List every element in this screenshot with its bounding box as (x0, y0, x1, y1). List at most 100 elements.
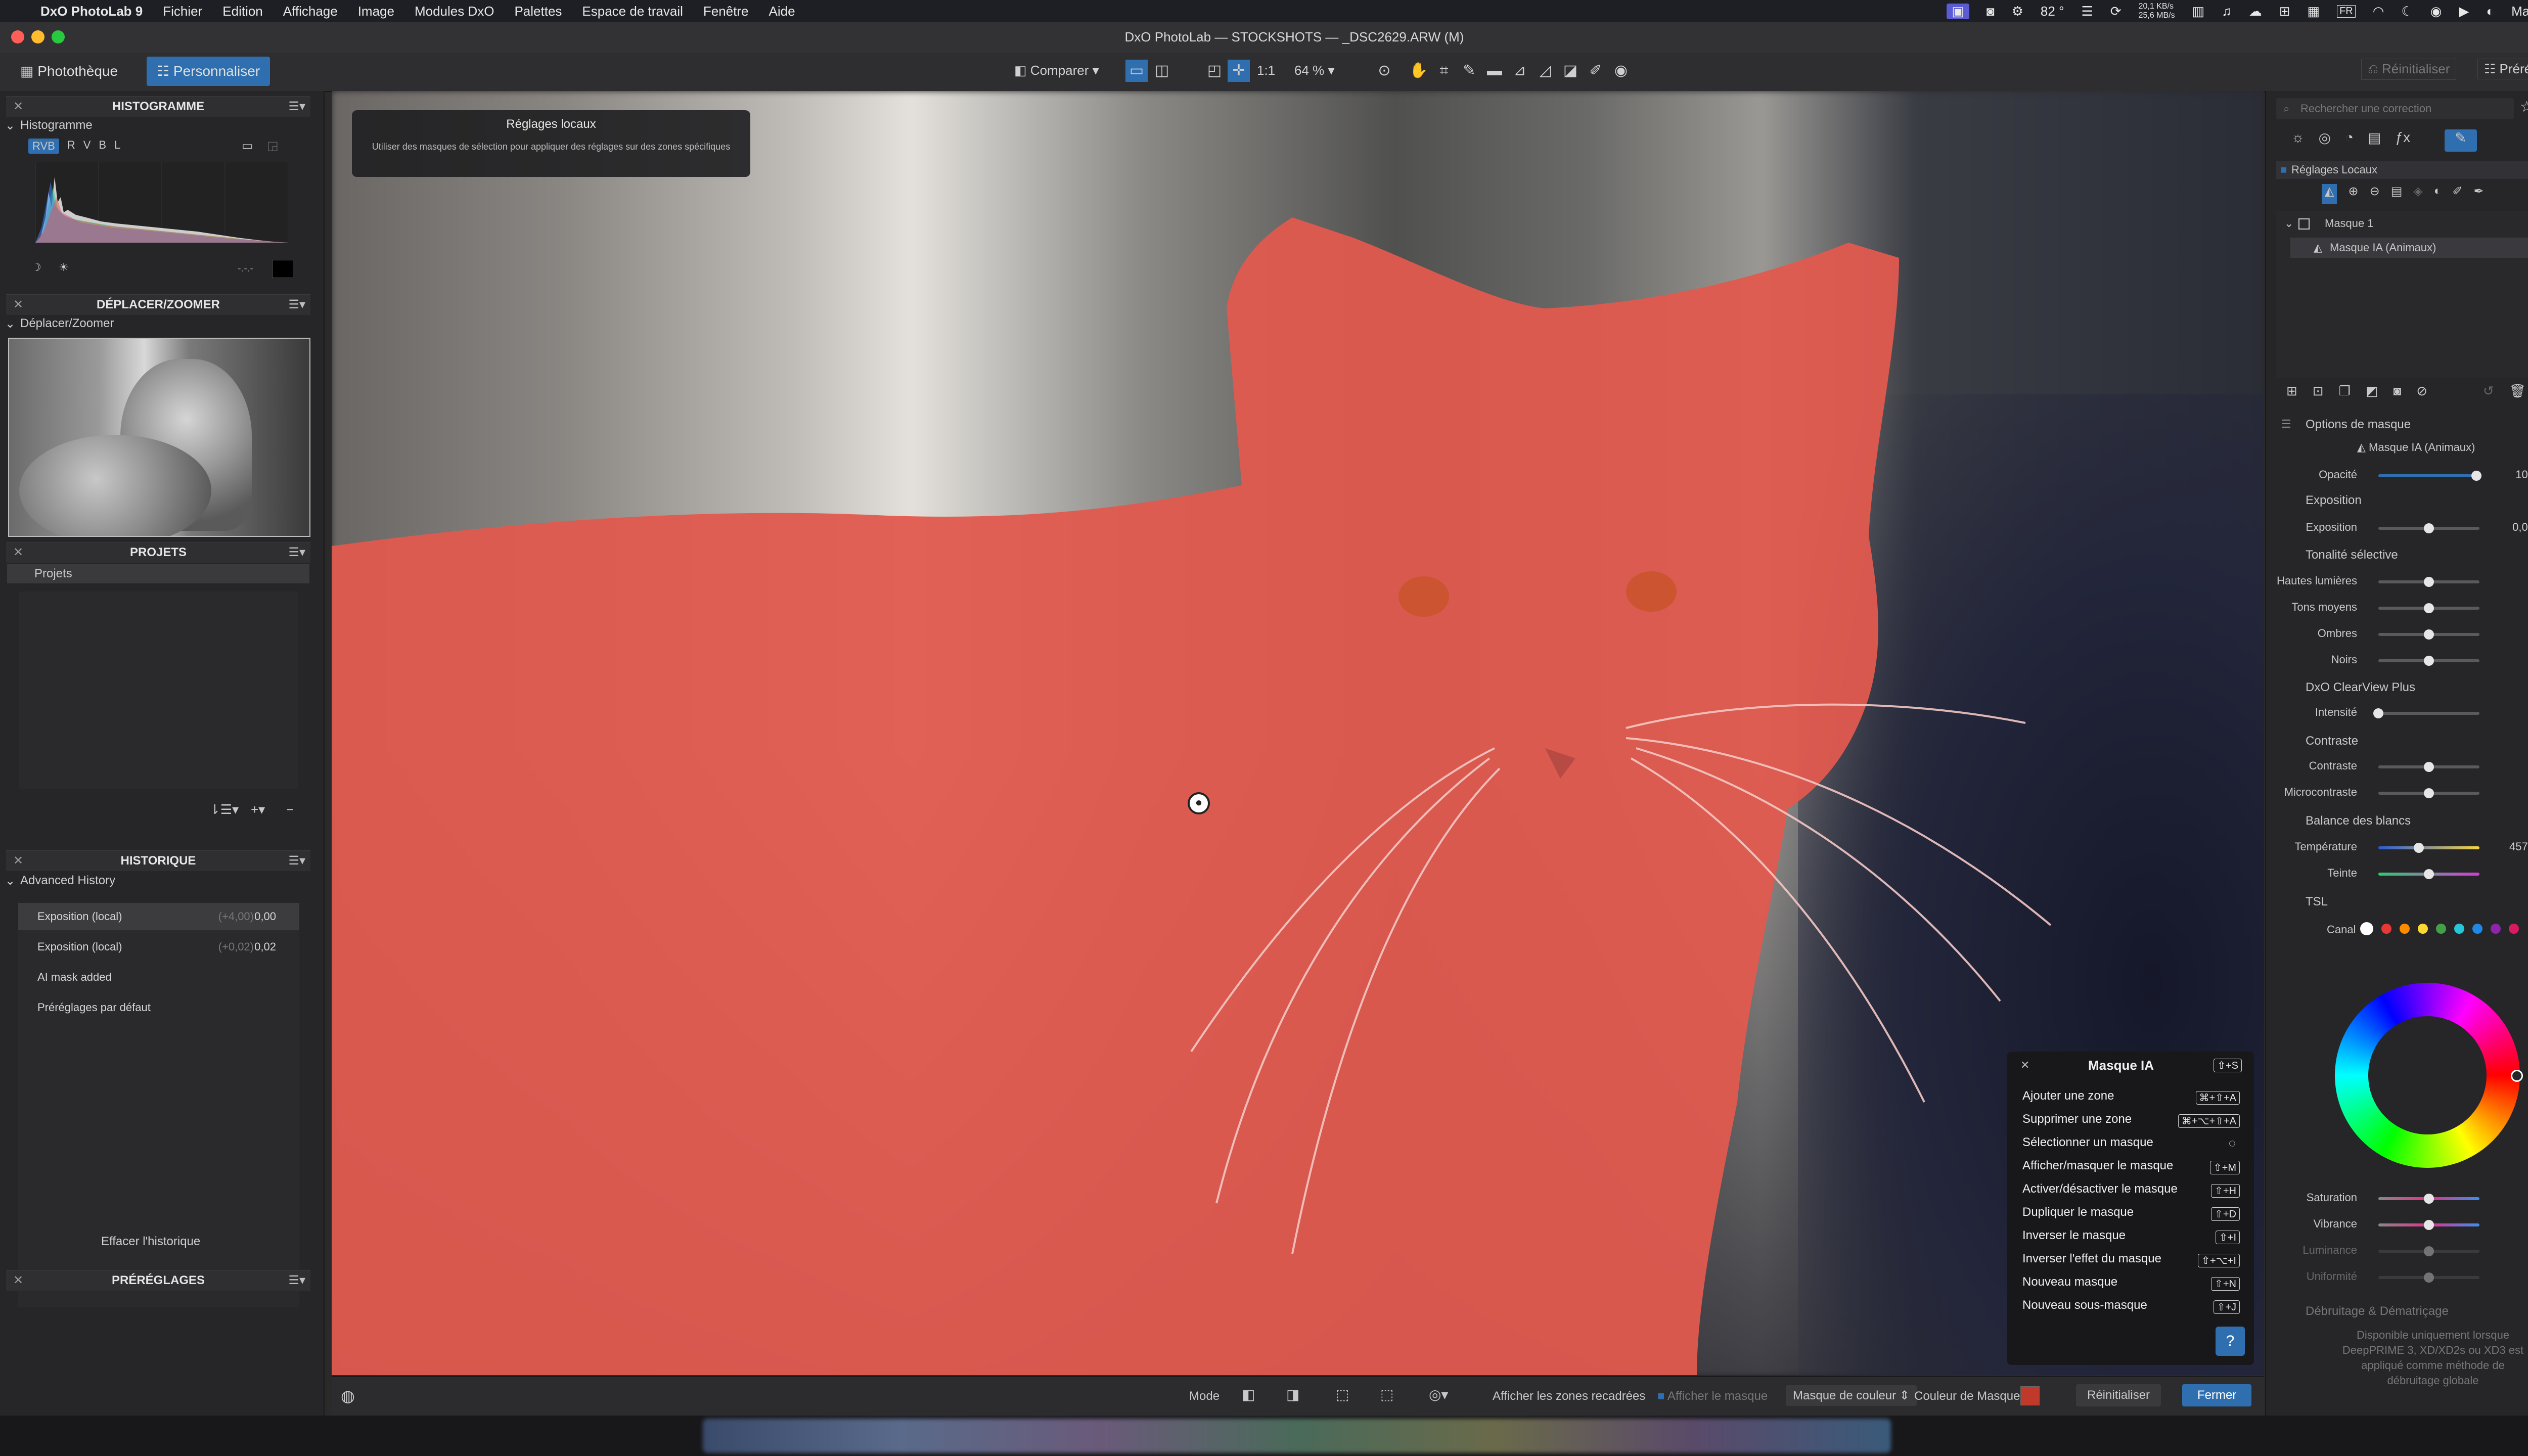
channel-swatch-blue[interactable] (2472, 924, 2482, 934)
add-mask-icon[interactable]: ⊞ (2286, 383, 2297, 403)
hide-mask-icon[interactable]: ⊘ (2416, 383, 2427, 403)
person-select-icon[interactable]: ◎▾ (1429, 1386, 1449, 1403)
invert-mask-icon[interactable]: ◩ (2366, 383, 2378, 403)
close-icon[interactable]: ✕ (13, 851, 23, 871)
menu-window[interactable]: Fenêtre (703, 4, 749, 19)
warp-icon[interactable]: ◿ (1534, 60, 1556, 82)
user-icon[interactable]: ◉ (2430, 4, 2442, 19)
navigator-thumbnail[interactable] (8, 338, 310, 537)
panel-menu-icon[interactable]: ☰▾ (288, 542, 305, 563)
channel-b[interactable]: B (99, 139, 106, 154)
duplicate-mask-icon[interactable]: ❐ (2339, 383, 2351, 403)
monitor-icon[interactable]: ▭ (242, 139, 253, 153)
local-adjust-header[interactable]: ■ Réglages Locaux ☆ (2276, 161, 2528, 179)
color-wheel[interactable] (2335, 983, 2523, 1168)
popup-item-duplicate[interactable]: Dupliquer le masque ⇧+D (2022, 1205, 2240, 1227)
color-wheel-handle[interactable] (2511, 1070, 2523, 1082)
mask-ai-row[interactable]: ◭ Masque IA (Animaux) (2290, 238, 2528, 258)
local-adjust-icon[interactable]: ◪ (1559, 60, 1582, 82)
eye-icon[interactable]: ◉ (1610, 60, 1632, 82)
tab-phototheque[interactable]: ▦ Photothèque (10, 57, 128, 86)
history-subheader[interactable]: ⌄ Advanced History (5, 874, 115, 888)
popup-item-invert-effect[interactable]: Inverser l'effet du masque ⇧+⌥+I (2022, 1252, 2240, 1274)
effects-tab-icon[interactable]: ƒx (2396, 129, 2411, 152)
camera-icon[interactable]: ◙ (1987, 4, 1995, 19)
dock-bar[interactable] (703, 1419, 1891, 1453)
auto-mask-tool-icon[interactable]: ◐ (2434, 184, 2442, 204)
network-speed[interactable]: 20,1 KB/s 25,6 MB/s (2139, 2, 2175, 20)
blacks-knob[interactable] (2424, 656, 2434, 666)
frame-icon[interactable]: ⬚ (1336, 1386, 1349, 1403)
reset-button[interactable]: Réinitialiser (2076, 1384, 2161, 1406)
control-center-icon[interactable]: ◐ (2486, 4, 2494, 19)
fit-icon[interactable]: ◰ (1203, 60, 1226, 82)
compare-button[interactable]: ◧ Comparer ▾ (1014, 63, 1099, 78)
clear-history-button[interactable]: Effacer l'historique (101, 1235, 200, 1249)
brush-tool-icon[interactable]: ✐ (2452, 184, 2462, 204)
clock[interactable]: Mar. 15:51 (2511, 4, 2528, 19)
panel-menu-icon[interactable]: ☰▾ (288, 1270, 305, 1291)
channel-swatch-purple[interactable] (2491, 924, 2501, 934)
local-tab-icon[interactable]: ✎ (2445, 129, 2477, 152)
channel-v[interactable]: V (83, 139, 91, 154)
close-icon[interactable]: ✕ (13, 97, 23, 117)
history-header[interactable]: ✕ HISTORIQUE ☰▾ (6, 850, 310, 871)
sort-icon[interactable]: ⇂☰▾ (209, 802, 239, 817)
control-point-tool-icon[interactable]: ⊕ (2348, 184, 2358, 204)
mask-options-menu-icon[interactable]: ☰ (2281, 418, 2291, 431)
opacity-knob[interactable] (2471, 471, 2481, 481)
presets-button[interactable]: ☷ Préréglages (2477, 59, 2528, 79)
projects-item[interactable]: Projets (7, 564, 309, 583)
input-lang[interactable]: FR (2337, 5, 2356, 18)
popup-item-select-mask[interactable]: Sélectionner un masque ◌ (2022, 1135, 2240, 1158)
gpu-icon[interactable]: ⚙ (2012, 4, 2023, 19)
projects-list[interactable] (19, 592, 298, 789)
add-project-icon[interactable]: +▾ (251, 802, 265, 817)
show-cropped-toggle[interactable]: Afficher les zones recadrées (1493, 1389, 1645, 1403)
channel-swatch-green[interactable] (2436, 924, 2446, 934)
mask-type-select[interactable]: Masque de couleur ⇕ (1786, 1385, 1917, 1406)
split-view-icon[interactable]: ◫ (1151, 60, 1173, 82)
info-icon[interactable]: ◍ (341, 1386, 355, 1405)
history-row[interactable]: AI mask added (18, 964, 299, 991)
menu-image[interactable]: Image (358, 4, 394, 19)
histogram-subheader[interactable]: ⌄ Histogramme (5, 118, 93, 132)
saturation-knob[interactable] (2424, 1194, 2434, 1204)
history-row[interactable]: Exposition (local) (+0,02) 0,02 (18, 933, 299, 961)
mask-shape-icon[interactable]: ◙ (2393, 383, 2401, 403)
close-icon[interactable]: ✕ (13, 295, 23, 315)
temperature-slider[interactable] (2378, 846, 2479, 849)
projects-header[interactable]: ✕ PROJETS ☰▾ (6, 542, 310, 563)
channel-r[interactable]: R (67, 139, 75, 154)
perspective-icon[interactable]: ⊿ (1509, 60, 1531, 82)
mask-point-icon[interactable]: ● (1188, 792, 1210, 814)
opacity-value[interactable]: 100 (2499, 468, 2528, 481)
cpu-graph-icon[interactable]: ▥ (2192, 4, 2205, 19)
geometry-tab-icon[interactable]: ▤ (2368, 129, 2381, 152)
search-input[interactable]: ⌕ Rechercher une correction (2276, 98, 2514, 119)
move-icon[interactable]: ✛ (1228, 60, 1250, 82)
close-button[interactable]: Fermer (2182, 1384, 2252, 1406)
close-icon[interactable]: ✕ (13, 542, 23, 563)
channel-swatch-yellow[interactable] (2418, 924, 2428, 934)
mode-split-icon[interactable]: ◧ (1242, 1386, 1255, 1403)
mode-mask-icon[interactable]: ◨ (1286, 1386, 1299, 1403)
mask-color-swatch[interactable] (2020, 1386, 2040, 1405)
channel-swatch-orange[interactable] (2400, 924, 2410, 934)
menu-help[interactable]: Aide (769, 4, 795, 19)
tint-knob[interactable] (2424, 869, 2434, 879)
ai-mask-tool-icon[interactable]: ◭ (2322, 184, 2337, 204)
frame2-icon[interactable]: ⬚ (1380, 1386, 1393, 1403)
undo-mask-icon[interactable]: ↺ (2483, 383, 2494, 403)
remove-project-icon[interactable]: − (286, 802, 294, 817)
crop-icon[interactable]: ⌗ (1433, 60, 1455, 82)
tab-personnaliser[interactable]: ☷ Personnaliser (147, 57, 270, 86)
close-icon[interactable]: ✕ (2020, 1059, 2029, 1072)
channel-swatch-master[interactable] (2360, 922, 2373, 935)
highlights-knob[interactable] (2424, 577, 2434, 587)
menu-palettes[interactable]: Palettes (514, 4, 562, 19)
channel-swatch-red[interactable] (2381, 924, 2391, 934)
midtones-knob[interactable] (2424, 603, 2434, 613)
menu-modules[interactable]: Modules DxO (415, 4, 494, 19)
opacity-slider[interactable] (2378, 474, 2479, 477)
